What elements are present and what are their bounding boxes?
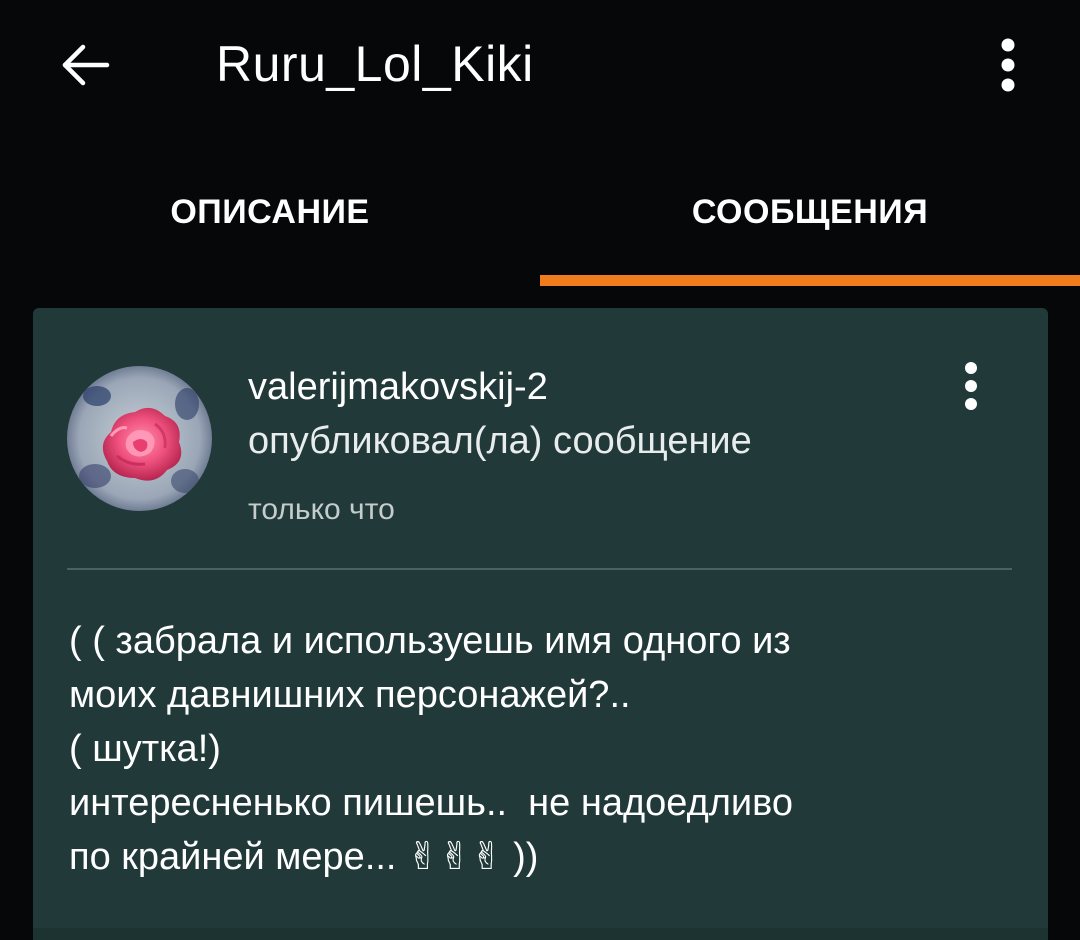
tab-bar: ОПИСАНИЕ СООБЩЕНИЯ	[0, 135, 1080, 290]
message-line: интересненько пишешь.. не надоедливо	[69, 782, 794, 824]
post-timestamp: только что	[248, 493, 395, 526]
tab-description[interactable]: ОПИСАНИЕ	[0, 135, 540, 290]
more-vertical-icon	[1001, 38, 1015, 92]
active-tab-indicator	[540, 275, 1080, 286]
post-author[interactable]: valerijmakovskij-2	[248, 364, 548, 410]
tab-messages-label: СООБЩЕНИЯ	[691, 193, 929, 231]
avatar[interactable]	[67, 366, 212, 511]
post-action-text: опубликовал(ла) сообщение	[248, 420, 752, 462]
message-card: valerijmakovskij-2 опубликовал(ла) сообщ…	[33, 308, 1048, 940]
post-menu-button[interactable]	[951, 358, 991, 414]
rose-avatar-icon	[67, 366, 212, 511]
tab-description-label: ОПИСАНИЕ	[170, 193, 370, 231]
tab-messages[interactable]: СООБЩЕНИЯ	[540, 135, 1080, 290]
message-line: моих давнишних персонажей?..	[69, 674, 631, 716]
back-button[interactable]	[50, 30, 120, 100]
divider	[67, 568, 1012, 570]
page-title: Ruru_Lol_Kiki	[216, 36, 534, 92]
top-app-bar: Ruru_Lol_Kiki	[0, 0, 1080, 135]
card-bottom-edge	[33, 928, 1048, 940]
overflow-menu-button[interactable]	[980, 30, 1036, 100]
app-screen: Ruru_Lol_Kiki ОПИСАНИЕ СООБЩЕНИЯ valerij…	[0, 0, 1080, 940]
message-line: по крайней мере... ✌✌✌ ))	[69, 836, 539, 878]
more-vertical-icon	[965, 362, 977, 410]
message-body: ( ( забрала и используешь имя одного из …	[69, 614, 999, 884]
arrow-left-icon	[62, 44, 110, 86]
message-line: ( шутка!)	[69, 728, 221, 770]
message-line: ( ( забрала и используешь имя одного из	[69, 620, 791, 662]
